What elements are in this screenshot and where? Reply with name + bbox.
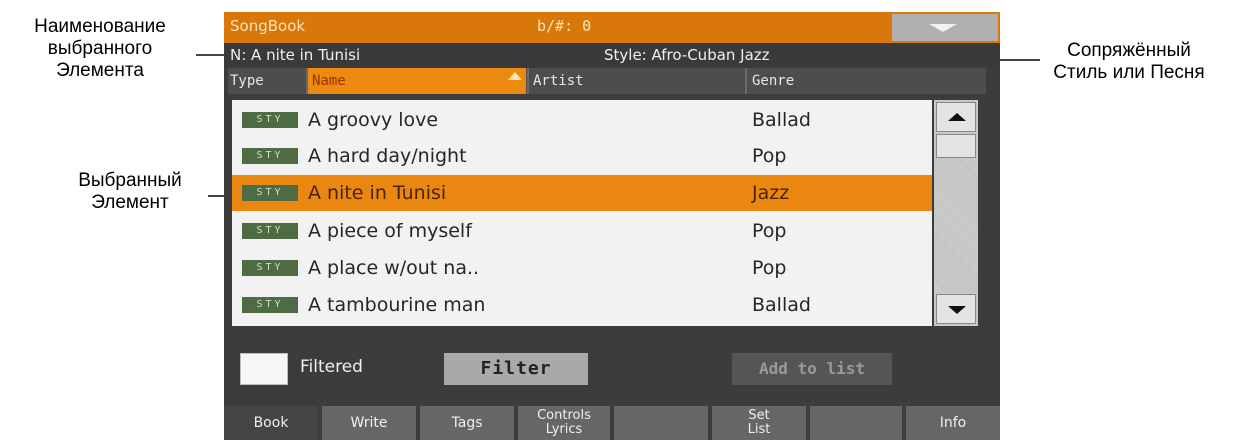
style-type-badge: STY [242,185,298,201]
callout-selected-name: Наименование выбранного Элемента [34,16,166,81]
tab-set-list[interactable]: Set List [712,406,806,440]
scroll-thumb[interactable] [936,134,976,158]
arrow-down-icon [948,306,966,314]
style-type-badge: STY [242,148,298,164]
add-to-list-button[interactable]: Add to list [732,353,892,385]
column-divider [527,68,529,94]
list-item[interactable]: STY A place w/out na.. Pop [232,250,932,286]
column-header-type[interactable]: Type [230,68,304,94]
tab-label: Book [253,415,289,431]
list-item[interactable]: STY A groovy love Ballad [232,102,932,138]
tab-label: List [747,422,771,437]
tab-label: Controls [537,408,591,423]
callout-selected-item: Выбранный Элемент [78,170,182,213]
entry-name: A piece of myself [308,220,472,242]
tab-label: Info [939,415,967,431]
page-menu-button[interactable] [892,14,998,41]
info-bar: N: A nite in Tunisi Style: Afro-Cuban Ja… [224,43,1000,67]
sort-ascending-icon [508,72,522,80]
column-divider [745,68,747,94]
tab-empty[interactable] [810,406,902,440]
filtered-checkbox[interactable] [240,353,288,385]
app-title: SongBook [230,17,306,35]
scroll-up-button[interactable] [936,102,976,132]
entry-genre: Jazz [752,182,790,204]
tab-info[interactable]: Info [906,406,1000,440]
style-type-badge: STY [242,297,298,313]
songbook-screen: SongBook b/#: 0 N: A nite in Tunisi Styl… [224,12,1000,440]
style-type-badge: STY [242,260,298,276]
scroll-down-button[interactable] [936,294,976,324]
column-header-name-label: Name [312,73,346,89]
entry-genre: Pop [752,257,787,279]
tab-label: Lyrics [545,422,583,437]
entry-name: A nite in Tunisi [308,182,447,204]
tab-label: Tags [451,415,483,431]
filter-button[interactable]: Filter [444,353,588,385]
tab-controls-lyrics[interactable]: Controls Lyrics [518,406,610,440]
selected-item-name: N: A nite in Tunisi [230,46,361,64]
list-scrollbar[interactable] [934,100,978,326]
tab-empty[interactable] [614,406,708,440]
filtered-label: Filtered [300,357,363,377]
triangle-down-icon [929,24,957,32]
title-bar: SongBook b/#: 0 [224,12,1000,43]
tab-write[interactable]: Write [322,406,416,440]
tab-bar: Book Write Tags Controls Lyrics Set List… [224,406,1000,440]
entry-genre: Pop [752,145,787,167]
transpose-readout: b/#: 0 [537,17,592,35]
list-item[interactable]: STY A hard day/night Pop [232,138,932,174]
tab-book[interactable]: Book [224,406,318,440]
callout-linked-style: Сопряжённый Стиль или Песня [1053,40,1205,83]
style-type-badge: STY [242,112,298,128]
column-header-artist[interactable]: Artist [530,68,747,94]
arrow-up-icon [948,113,966,121]
list-item[interactable]: STY A piece of myself Pop [232,213,932,249]
entry-name: A tambourine man [308,294,486,316]
entry-genre: Ballad [752,294,811,316]
style-type-badge: STY [242,223,298,239]
tab-label: Set [748,408,770,423]
tab-tags[interactable]: Tags [420,406,514,440]
entry-name: A hard day/night [308,145,467,167]
column-header-name[interactable]: Name [308,68,526,94]
entry-genre: Ballad [752,109,811,131]
list-item-selected[interactable]: STY A nite in Tunisi Jazz [232,175,932,211]
list-item[interactable]: STY A tambourine man Ballad [232,287,932,323]
column-header-genre[interactable]: Genre [748,68,942,94]
entry-name: A groovy love [308,109,439,131]
entry-name: A place w/out na.. [308,257,480,279]
table-header: Type Name Artist Genre [228,68,986,94]
tab-label: Write [350,415,388,431]
linked-style-name: Style: Afro-Cuban Jazz [604,46,770,64]
songbook-list: STY A groovy love Ballad STY A hard day/… [232,100,932,326]
entry-genre: Pop [752,220,787,242]
